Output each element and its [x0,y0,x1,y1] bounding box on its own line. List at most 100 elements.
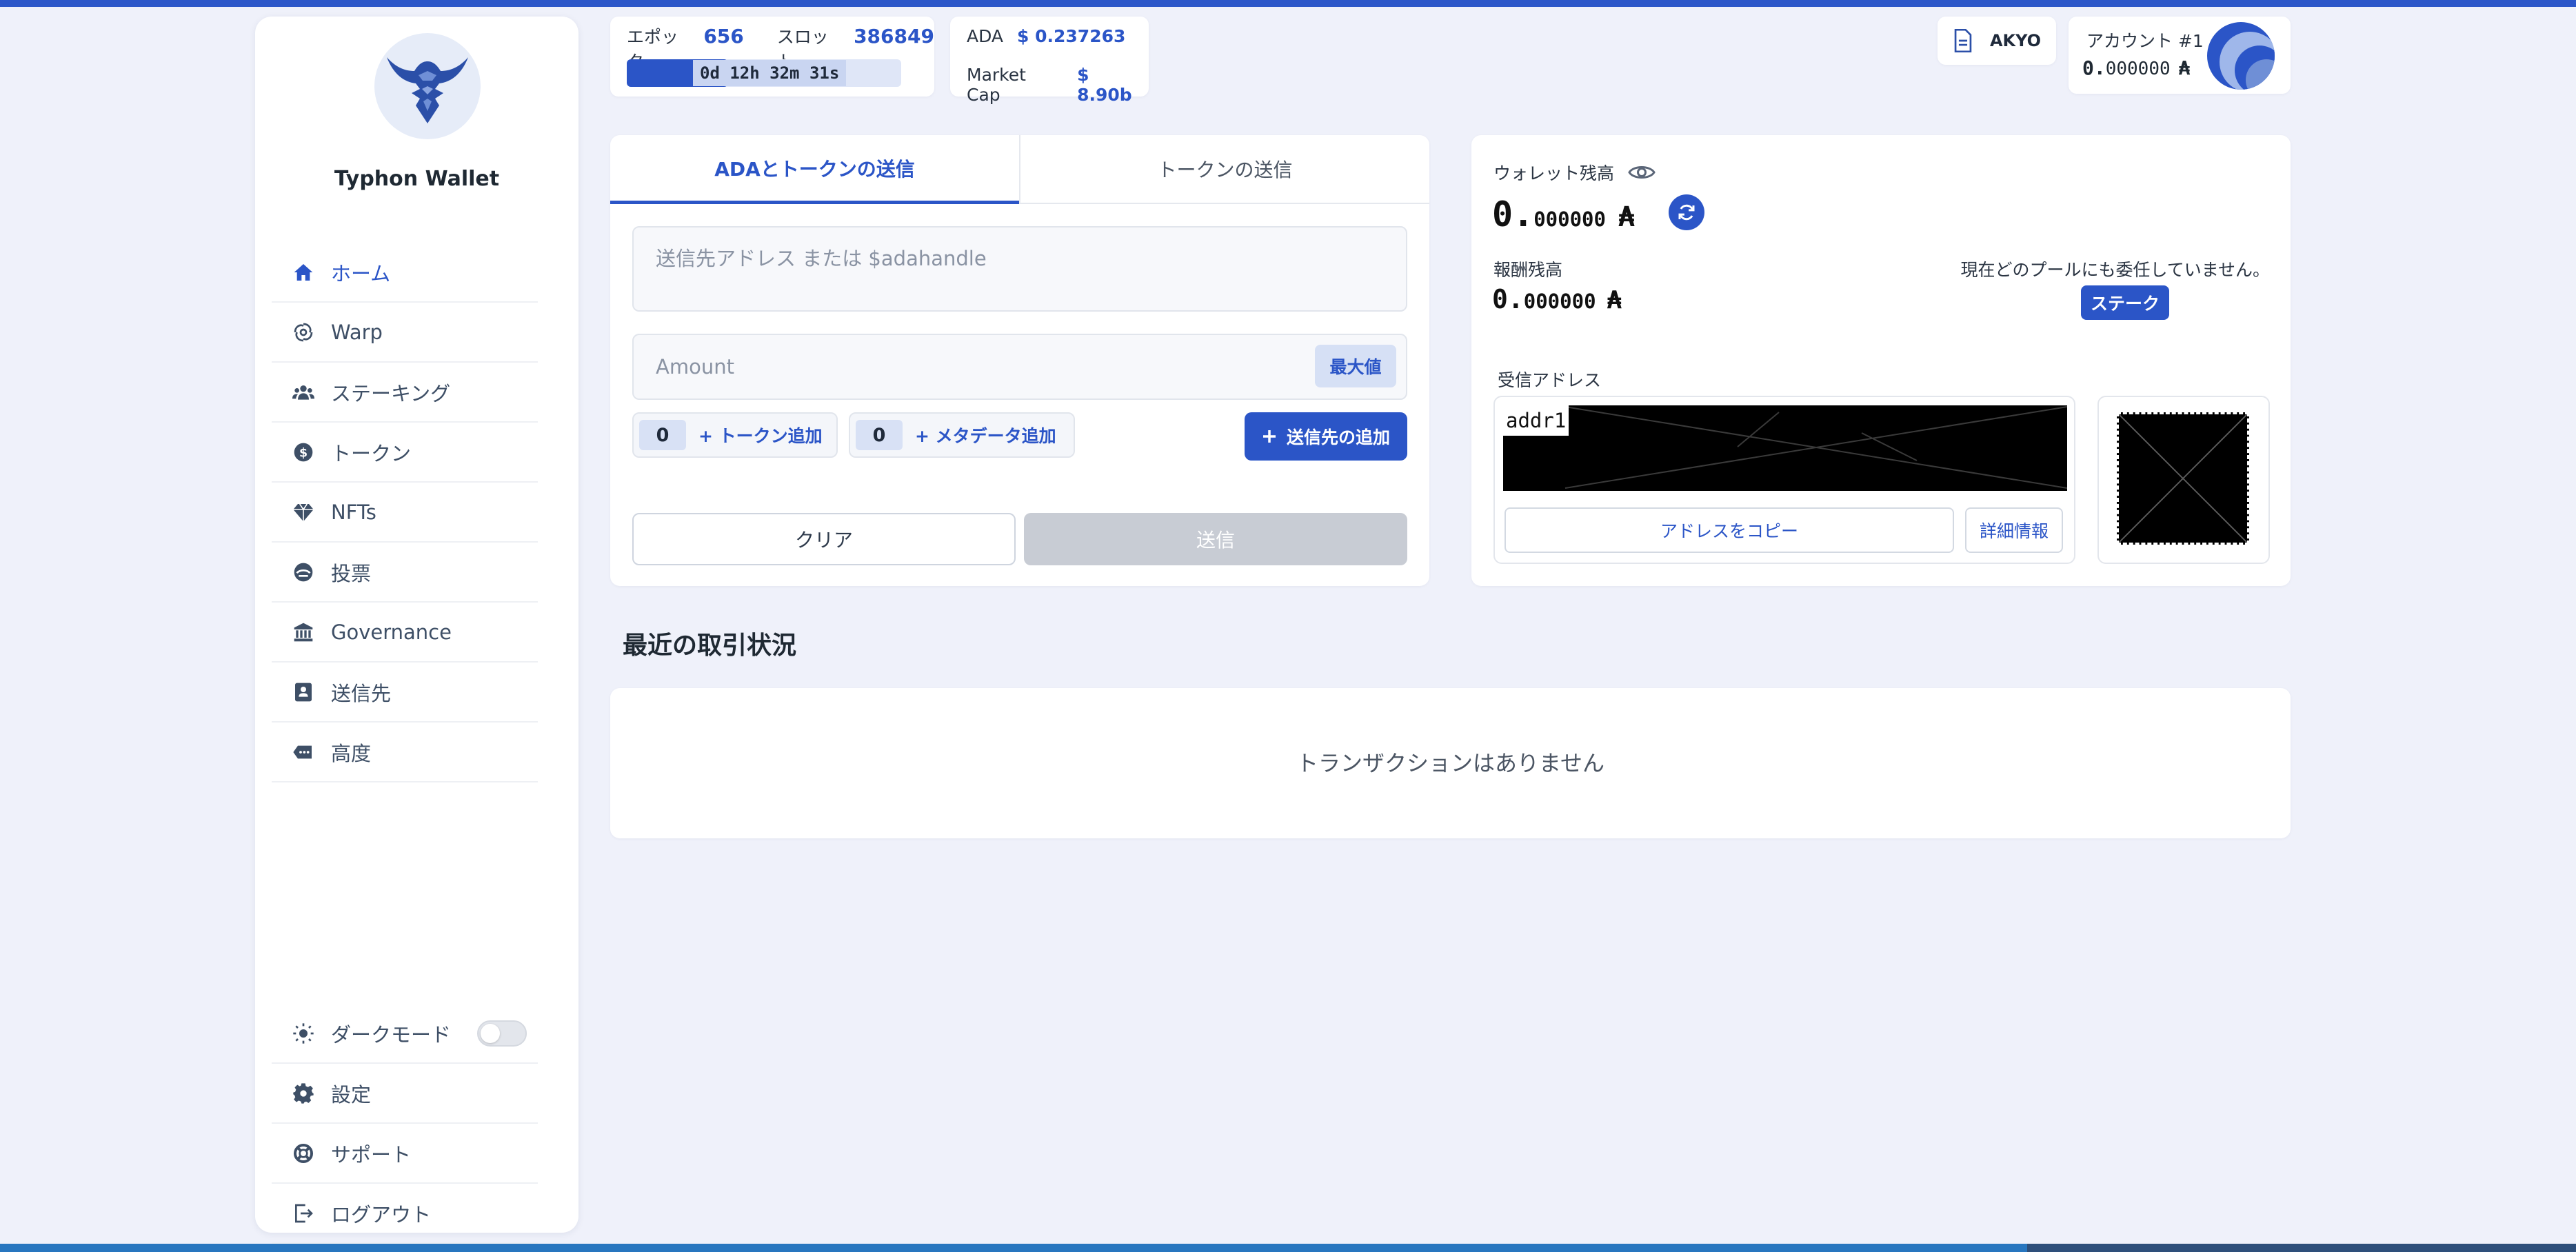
reward-balance-int: 0. [1492,284,1524,314]
account-balance-int: 0. [2082,57,2106,79]
price-card: ADA $ 0.237263 Market Cap $ 8.90b [950,17,1149,105]
bottom-bar-progress [0,1244,2027,1252]
add-metadata-label: + メタデータ追加 [915,426,1056,446]
svg-text:$: $ [299,446,308,460]
add-token-button[interactable]: 0 + トークン追加 [632,412,838,458]
sidebar-nav: ホーム Warp ステーキング $ トークン NFTs 投票 Governanc… [272,243,538,782]
users-icon [292,385,314,400]
qr-code-redacted [2117,412,2249,545]
reward-balance: 0. 000000 ₳ [1492,284,1622,314]
copy-address-button[interactable]: アドレスをコピー [1505,507,1954,553]
sidebar-item-governance[interactable]: Governance [272,603,538,663]
tab-send-tokens[interactable]: トークンの送信 [1019,135,1429,204]
wallet-tag: AKYO [1989,31,2042,50]
ada-symbol: ₳ [1607,286,1622,314]
warp-icon [294,323,313,341]
sidebar-item-label: 送信先 [331,681,392,705]
sidebar-item-tokens[interactable]: $ トークン [272,423,538,483]
sidebar-item-settings[interactable]: 設定 [272,1064,538,1124]
sidebar-item-label: Governance [331,620,452,644]
eye-icon[interactable] [1628,163,1656,182]
sidebar-item-label: ログアウト [331,1202,432,1226]
amount-input[interactable]: Amount [632,334,1407,400]
ada-label: ADA [967,26,1004,46]
epoch-card: エポック 656 スロット 386849 0d 12h 32m 31s [610,17,934,97]
wallet-tag-button[interactable]: AKYO [1938,17,2056,65]
epoch-progress-bar: 0d 12h 32m 31s [627,59,901,87]
clear-button[interactable]: クリア [632,513,1016,565]
reward-balance-label: 報酬残高 [1493,260,1563,280]
account-balance-dec: 000000 [2105,59,2171,79]
sidebar-item-label: トークン [331,441,412,465]
amount-placeholder: Amount [656,355,734,378]
slot-value: 386849 [854,25,934,48]
document-icon [1954,29,1972,52]
redaction-lines [2118,414,2248,543]
account-avatar[interactable] [2207,22,2275,90]
ada-price: $ 0.237263 [1017,26,1126,46]
app-logo [374,33,481,139]
diamond-icon [293,503,314,521]
sidebar-item-home[interactable]: ホーム [272,243,538,303]
ada-symbol: ₳ [1618,201,1636,233]
qr-code-card [2097,396,2270,564]
add-metadata-button[interactable]: 0 + メタデータ追加 [849,412,1075,458]
stake-button[interactable]: ステーク [2081,285,2169,320]
address-prefix: addr1 [1503,405,1569,436]
plus-icon [1262,430,1276,443]
top-accent-bar [0,0,2576,7]
sidebar-item-label: ダークモード [331,1022,452,1047]
sidebar-item-label: ホーム [331,261,391,285]
sidebar-item-staking[interactable]: ステーキング [272,363,538,423]
vote-icon [294,563,313,581]
dark-mode-row: ダークモード [272,1004,538,1064]
send-panel: ADAとトークンの送信 トークンの送信 送信先アドレス または $adahand… [610,135,1429,586]
tab-send-ada-tokens[interactable]: ADAとトークンの送信 [610,135,1019,204]
home-icon [294,263,313,281]
toggle-knob [481,1023,500,1043]
epoch-remaining: 0d 12h 32m 31s [693,60,847,86]
logout-icon [295,1204,313,1222]
sidebar-item-label: NFTs [331,500,376,524]
sidebar-item-nfts[interactable]: NFTs [272,483,538,543]
add-recipient-label: 送信先の追加 [1286,427,1390,447]
refresh-button[interactable] [1669,194,1704,230]
contacts-icon [295,683,312,701]
sidebar-item-support[interactable]: サポート [272,1124,538,1184]
send-button[interactable]: 送信 [1024,513,1407,565]
dark-mode-toggle[interactable] [477,1020,527,1047]
wallet-balance-int: 0. [1492,194,1534,234]
coin-icon: $ [294,443,313,461]
advanced-icon [293,745,312,758]
receive-address-card: addr1 アドレスをコピー 詳細情報 [1493,396,2075,564]
transactions-title: 最近の取引状況 [623,632,797,660]
details-button[interactable]: 詳細情報 [1965,507,2063,553]
empty-transactions-message: トランザクションはありません [1296,750,1605,776]
recipient-address-input[interactable]: 送信先アドレス または $adahandle [632,226,1407,312]
account-card[interactable]: アカウント #1 0. 000000 ₳ [2069,17,2291,94]
wallet-balance-dec: 000000 [1533,208,1606,231]
account-label: アカウント #1 [2086,31,2204,51]
avatar-icon [2220,32,2275,90]
sidebar-item-advanced[interactable]: 高度 [272,723,538,782]
sidebar-item-logout[interactable]: ログアウト [272,1184,538,1244]
max-button[interactable]: 最大値 [1315,345,1396,387]
send-tabs: ADAとトークンの送信 トークンの送信 [610,135,1429,204]
transactions-panel: トランザクションはありません [610,688,2291,838]
sidebar-item-label: Warp [331,320,383,344]
sidebar-item-label: 設定 [331,1082,372,1107]
sidebar: Typhon Wallet ホーム Warp ステーキング $ トークン NFT… [255,17,578,1244]
add-recipient-button[interactable]: 送信先の追加 [1245,412,1407,461]
sidebar-item-contacts[interactable]: 送信先 [272,663,538,723]
redaction-lines [1564,406,2067,489]
sidebar-item-vote[interactable]: 投票 [272,543,538,603]
wallet-balance-label: ウォレット残高 [1493,163,1615,183]
sidebar-item-label: ステーキング [331,381,451,405]
metadata-count: 0 [856,420,903,450]
sidebar-item-label: 高度 [331,741,372,765]
add-token-label: + トークン追加 [698,426,823,446]
recipient-address-placeholder: 送信先アドレス または $adahandle [656,247,987,270]
refresh-icon [1678,204,1695,221]
sidebar-item-warp[interactable]: Warp [272,303,538,363]
receive-address-label: 受信アドレス [1498,370,1602,390]
